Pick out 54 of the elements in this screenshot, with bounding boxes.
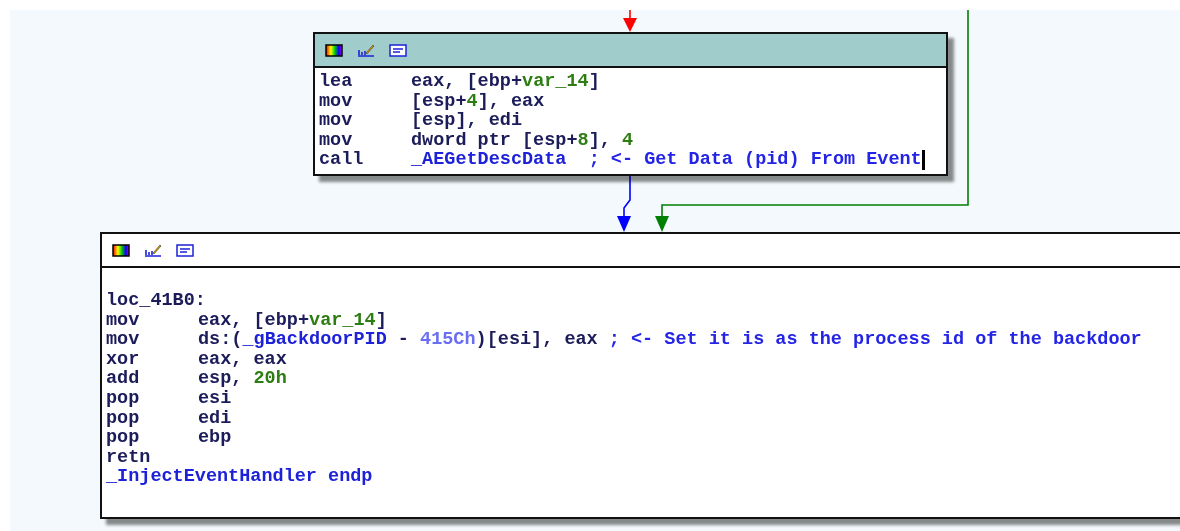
code-operand: ds:( <box>198 330 243 350</box>
code-operand: eax, [ebp+ <box>411 72 523 92</box>
code-operand: esp, <box>198 369 244 389</box>
code-comment: ; <- Get Data (pid) From Event <box>587 150 922 170</box>
code-label: loc_41B0: <box>106 291 206 311</box>
code-keyword: endp <box>327 467 373 487</box>
code-operand: ] <box>588 72 600 92</box>
code-block[interactable]: lea eax, [ebp+var_14] mov [esp+4], eax mov [esp], edi mov dword ptr [esp+8], 4 call _AEGetDescData ; <- Get Data (pid) From Event <box>313 32 948 176</box>
code-mnemonic: xor <box>106 349 141 370</box>
code-operand: eax, [ebp+ <box>198 310 310 331</box>
code-mnemonic: pop <box>106 428 141 448</box>
code-mnemonic: call <box>319 150 365 170</box>
code-operand: [esp+ <box>411 91 467 112</box>
code-mnemonic: mov <box>106 310 141 331</box>
code-operand: 4 <box>621 130 634 151</box>
code-operand: _AEGetDescData <box>411 150 567 170</box>
code-mnemonic: mov <box>319 111 354 131</box>
text-cursor <box>921 150 925 170</box>
pencil-chart-icon[interactable] <box>357 43 375 57</box>
code-operand: edi <box>198 408 232 429</box>
gradient-icon[interactable] <box>112 243 130 257</box>
code-mnemonic: pop <box>106 388 141 409</box>
code-label: _InjectEventHandler <box>106 467 317 487</box>
code-operand: )[esi], eax <box>475 330 598 350</box>
code-operand: ebp <box>198 428 232 448</box>
code-operand: 4 <box>466 91 478 112</box>
gradient-icon[interactable] <box>325 43 343 57</box>
code-mnemonic: mov <box>319 130 354 151</box>
edge-arrow <box>623 10 637 32</box>
code-operand: eax, eax <box>198 349 287 370</box>
code-operand: var_14 <box>522 72 589 92</box>
code-mnemonic: lea <box>319 72 354 92</box>
code-operand: dword ptr [esp+ <box>411 130 578 151</box>
code-mnemonic: mov <box>319 91 354 112</box>
code-operand: [esp], edi <box>411 111 523 131</box>
code-operand: esi <box>198 388 232 409</box>
code-operand: _gBackdoorPID <box>242 330 387 350</box>
code-mnemonic: add <box>106 369 141 389</box>
code-operand: ], eax <box>477 91 545 112</box>
code-operand: 415Ch <box>420 330 476 350</box>
code-block[interactable] <box>100 232 1180 519</box>
code-operand: - <box>396 330 410 350</box>
code-mnemonic: mov <box>106 330 141 350</box>
code-mnemonic: pop <box>106 408 141 429</box>
text-box-icon[interactable] <box>389 43 407 57</box>
text-box-icon[interactable] <box>176 243 194 257</box>
code-operand: 8 <box>577 130 589 151</box>
code-operand: var_14 <box>309 310 376 331</box>
code-operand: 20h <box>253 369 287 389</box>
code-operand: ], <box>588 130 612 151</box>
code-mnemonic: retn <box>106 447 152 468</box>
pencil-chart-icon[interactable] <box>144 243 162 257</box>
code-comment: ; <- Set it is as the process id of the backdoor <box>607 330 1142 350</box>
code-operand: ] <box>375 310 387 331</box>
